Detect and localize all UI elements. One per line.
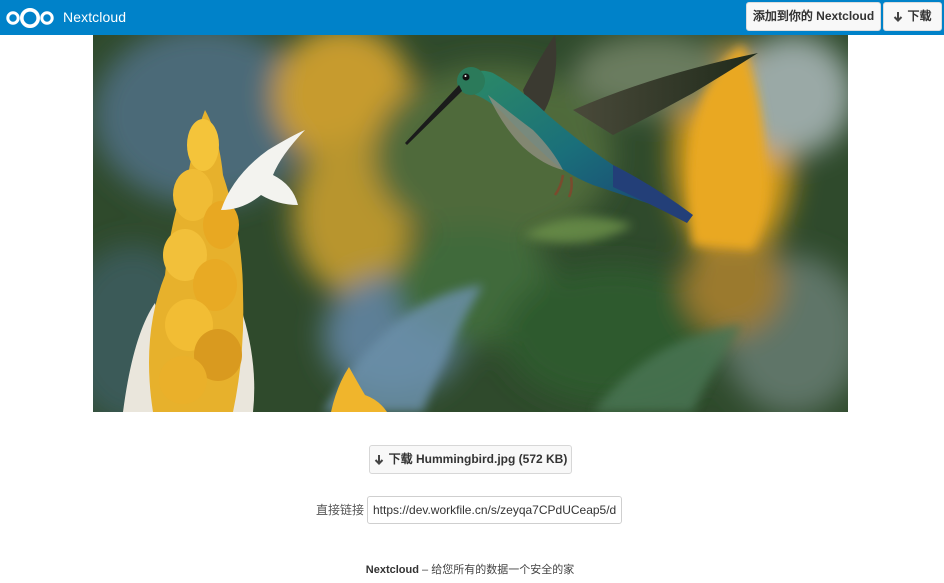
top-header: Nextcloud 添加到你的 Nextcloud 下载 <box>0 0 944 35</box>
footer-brand: Nextcloud <box>365 564 419 576</box>
footer: Nextcloud – 给您所有的数据一个安全的家 <box>0 563 940 577</box>
direct-link-label: 直接链接 <box>316 503 365 517</box>
image-preview <box>93 35 848 412</box>
download-arrow-icon <box>894 11 903 22</box>
download-arrow-icon <box>374 454 383 465</box>
nextcloud-logo-icon[interactable] <box>4 6 56 28</box>
header-download-button[interactable]: 下载 <box>883 2 942 31</box>
download-file-button[interactable]: 下载 Hummingbird.jpg (572 KB) <box>369 445 572 474</box>
download-file-label: 下载 Hummingbird.jpg (572 KB) <box>388 452 568 466</box>
direct-link-input[interactable] <box>367 496 622 524</box>
header-download-label: 下载 <box>907 9 932 23</box>
footer-tagline: – 给您所有的数据一个安全的家 <box>422 564 575 576</box>
brand-name: Nextcloud <box>63 9 127 25</box>
add-to-nextcloud-button[interactable]: 添加到你的 Nextcloud <box>746 2 881 31</box>
